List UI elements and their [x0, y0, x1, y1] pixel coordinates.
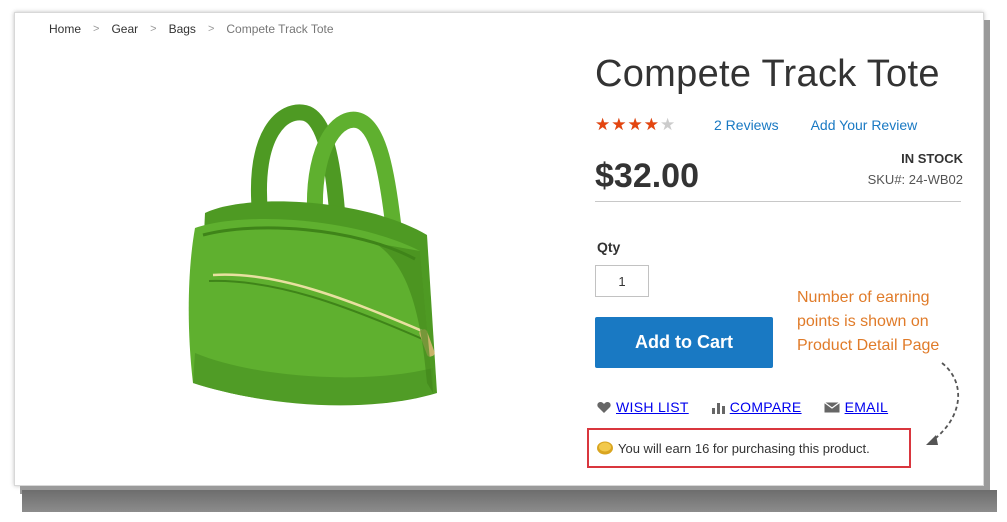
- reward-points-text: You will earn 16 for purchasing this pro…: [618, 440, 870, 456]
- rating-stars: ★★★★★ ★★★★★: [595, 115, 687, 135]
- stock-info: IN STOCK SKU#: 24-WB02: [868, 151, 963, 187]
- stock-status: IN STOCK: [901, 151, 963, 166]
- wish-list-link[interactable]: WISH LIST: [597, 399, 689, 415]
- breadcrumb-bags[interactable]: Bags: [169, 22, 196, 36]
- product-title: Compete Track Tote: [595, 53, 940, 95]
- sku-value: 24-WB02: [908, 172, 963, 187]
- qty-label: Qty: [597, 239, 621, 255]
- breadcrumb-home[interactable]: Home: [49, 22, 81, 36]
- breadcrumb-gear[interactable]: Gear: [111, 22, 138, 36]
- heart-icon: [597, 401, 611, 413]
- curved-arrow-icon: [926, 362, 960, 445]
- chevron-right-icon: >: [93, 23, 100, 35]
- product-actions: WISH LIST COMPARE EMAIL: [597, 399, 910, 415]
- email-link[interactable]: EMAIL: [823, 399, 889, 415]
- product-price: $32.00: [595, 157, 699, 195]
- email-label: EMAIL: [844, 399, 889, 415]
- sku: SKU#: 24-WB02: [868, 172, 963, 187]
- sku-label: SKU#:: [867, 172, 906, 187]
- wish-list-label: WISH LIST: [616, 399, 689, 415]
- callout-line: points is shown on: [797, 313, 929, 330]
- reward-points-notice: You will earn 16 for purchasing this pro…: [587, 428, 911, 468]
- compare-link[interactable]: COMPARE: [711, 399, 802, 415]
- chevron-right-icon: >: [150, 23, 157, 35]
- qty-input[interactable]: [595, 265, 649, 297]
- product-image[interactable]: [165, 93, 475, 423]
- breadcrumb-current: Compete Track Tote: [226, 22, 334, 36]
- screenshot-frame: Home > Gear > Bags > Compete Track Tote …: [14, 12, 984, 486]
- compare-icon: [711, 402, 725, 414]
- breadcrumb: Home > Gear > Bags > Compete Track Tote: [49, 22, 334, 36]
- add-to-cart-button[interactable]: Add to Cart: [595, 317, 773, 368]
- reviews-link[interactable]: 2 Reviews: [714, 117, 779, 133]
- divider: [595, 201, 961, 202]
- compare-label: COMPARE: [729, 399, 802, 415]
- callout-line: Number of earning: [797, 289, 930, 306]
- annotation-callout: Number of earning points is shown on Pro…: [797, 286, 967, 358]
- add-review-link[interactable]: Add Your Review: [811, 117, 918, 133]
- frame-shadow: [22, 490, 997, 512]
- envelope-icon: [823, 401, 840, 412]
- star-filled-icon: ★★★★★: [595, 115, 660, 134]
- callout-line: Product Detail Page: [797, 337, 940, 354]
- rating-row: ★★★★★ ★★★★★ 2 Reviews Add Your Review: [595, 115, 917, 135]
- coin-icon: [597, 441, 613, 455]
- chevron-right-icon: >: [207, 23, 215, 35]
